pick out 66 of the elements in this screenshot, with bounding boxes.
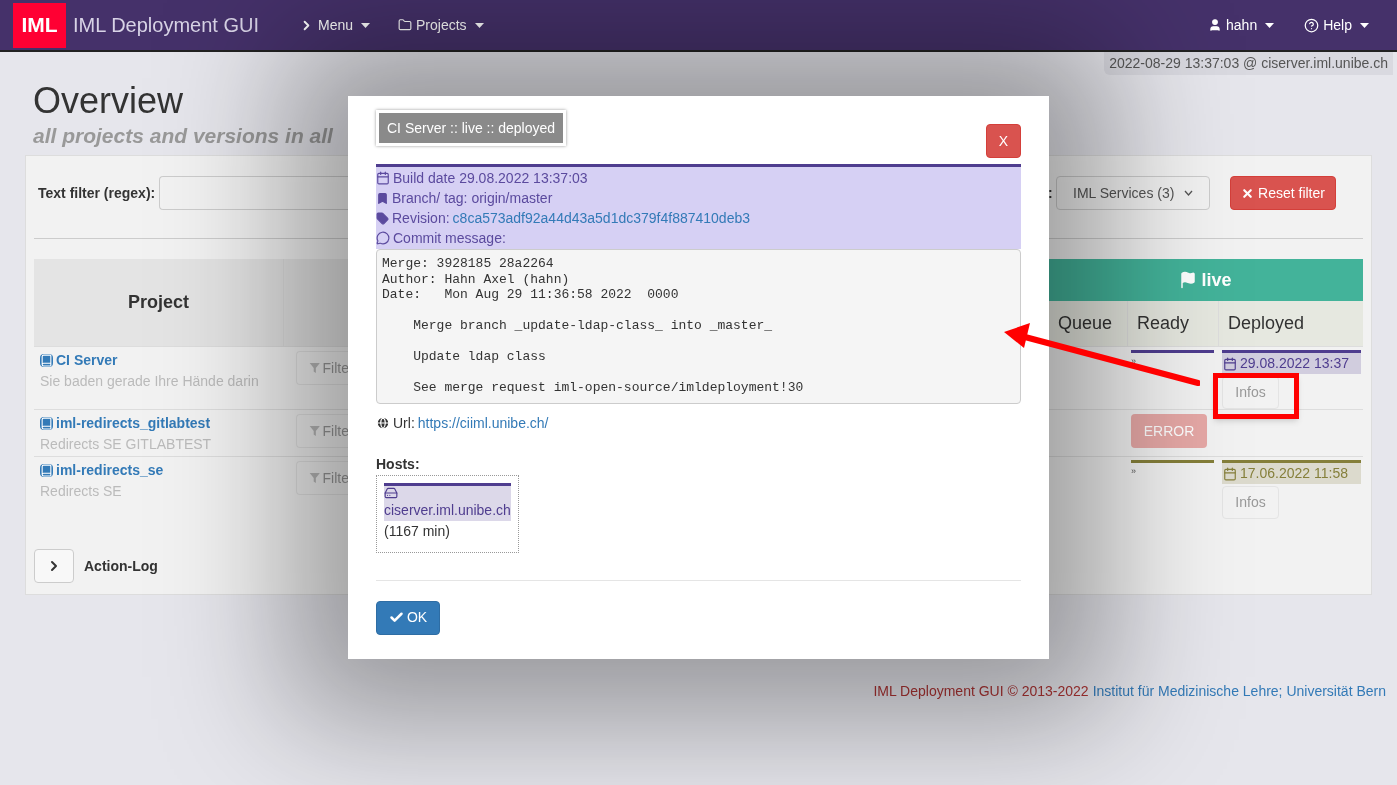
infos-button[interactable]: Infos <box>1222 486 1279 519</box>
table-header-cell: Ready <box>1127 301 1218 346</box>
revision-label: Revision: <box>392 209 450 228</box>
footer-text: IML Deployment GUI © 2013-2022 <box>873 682 1089 701</box>
phase-header: live <box>1048 259 1363 301</box>
close-icon <box>1241 186 1255 200</box>
caret-icon <box>361 22 371 28</box>
commit-message: Merge: 3928185 28a2264 Author: Hahn Axel (hahn) Date: Mon Aug 29 11:36:58 2022 0000 Merge branch _update-ldap-class_ into _master_ Update ldap class See merge request iml-open-source/imldeployment!30 <box>376 249 1021 404</box>
logo[interactable]: IML <box>13 2 66 48</box>
speech-bubble-icon <box>376 231 390 245</box>
nav-menu[interactable]: Help <box>1304 14 1369 36</box>
check-icon <box>388 610 404 625</box>
filter-icon <box>309 424 321 438</box>
caret-icon <box>1265 22 1275 28</box>
filter-icon <box>309 471 321 485</box>
table-header-cell: Project <box>34 259 284 346</box>
book-icon <box>40 354 53 367</box>
page-title: Overview <box>33 79 185 123</box>
close-button[interactable]: X <box>986 124 1021 158</box>
host-badge[interactable]: ciserver.iml.unibe.ch <box>384 482 511 521</box>
tag-icon <box>376 211 389 225</box>
table-header-cell: Deployed <box>1218 301 1363 346</box>
calendar-icon <box>376 171 390 185</box>
revision-link[interactable]: c8ca573adf92a44d43a5d1dc379f4f887410deb3 <box>452 208 750 228</box>
text-filter-input[interactable] <box>159 176 349 210</box>
filter-icon <box>309 361 321 375</box>
ok-button[interactable]: OK <box>376 600 440 635</box>
server-timestamp: 2022-08-29 13:37:03 @ ciserver.iml.unibe.ch <box>1104 52 1393 75</box>
deployed-date: 17.06.2022 11:58 <box>1222 460 1361 484</box>
host-age: (1167 min) <box>384 521 451 541</box>
branch-tag: Branch/ tag: origin/master <box>392 188 553 208</box>
caret-icon <box>474 22 484 28</box>
caret-icon <box>1360 22 1369 28</box>
project-group-select[interactable]: IML Services (3) <box>1056 176 1210 210</box>
help-icon <box>1304 17 1320 33</box>
calendar-icon <box>1223 466 1237 481</box>
action-log-label: Action-Log <box>84 556 158 576</box>
expand-button[interactable] <box>34 549 74 583</box>
project-link[interactable]: CI Server <box>56 350 118 371</box>
deployed-date: 29.08.2022 13:37 <box>1222 350 1361 374</box>
flag-icon <box>1179 271 1198 289</box>
project-link[interactable]: iml-redirects_gitlabtest <box>56 413 211 434</box>
app-title[interactable]: IML Deployment GUI <box>73 10 259 40</box>
folder-icon <box>398 18 413 32</box>
chevron-down-icon <box>1184 190 1193 196</box>
footer-link[interactable]: Institut für Medizinische Lehre; Universität Bern <box>1092 681 1386 702</box>
commit-label: Commit message: <box>393 229 506 248</box>
bookmark-icon <box>376 191 389 205</box>
user-icon <box>1208 18 1223 32</box>
hosts-label: Hosts: <box>376 454 421 474</box>
book-icon <box>40 464 53 477</box>
url-label: Url: <box>393 413 415 433</box>
nav-menu[interactable]: Projects <box>398 14 484 36</box>
filter-label: Text filter (regex): <box>38 183 156 203</box>
nav-menu[interactable]: hahn <box>1208 14 1275 36</box>
nav-menu[interactable]: Menu <box>299 14 371 36</box>
page-subtitle: all projects and versions in all <box>33 123 333 149</box>
globe-icon <box>376 416 390 430</box>
book-icon <box>40 417 53 430</box>
calendar-icon <box>1223 356 1237 371</box>
hard-drive-icon <box>384 485 398 500</box>
url-link[interactable]: https://ciiml.unibe.ch/ <box>417 412 549 434</box>
project-link[interactable]: iml-redirects_se <box>56 460 164 481</box>
reset-filter-button[interactable]: Reset filter <box>1230 176 1336 210</box>
filter-label: : <box>1048 183 1054 203</box>
build-date: Build date 29.08.2022 13:37:03 <box>393 169 588 188</box>
